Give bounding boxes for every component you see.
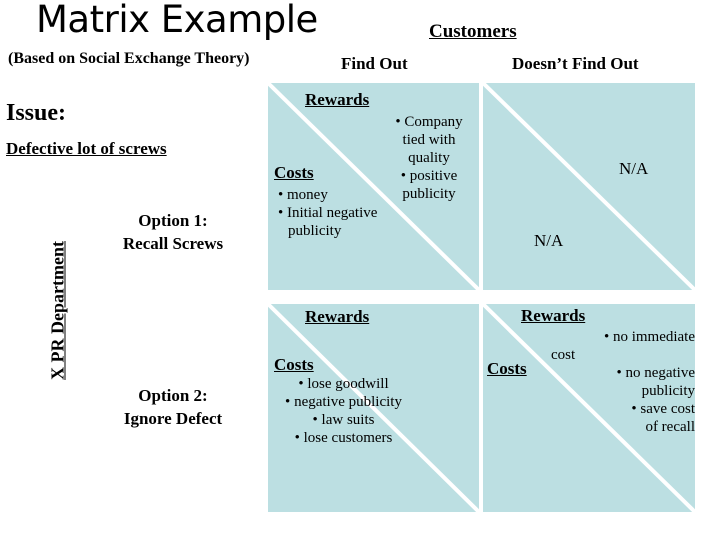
costs-label-r2c2: Costs [487, 359, 527, 378]
costs-label-r2c1: Costs [274, 355, 314, 374]
list-item-cont: quality [408, 150, 450, 166]
row-header-option-2-line2: Ignore Defect [123, 408, 223, 428]
costs-label-r1c1: Costs [274, 163, 314, 182]
column-group-label: Customers [429, 21, 517, 42]
page-title: Matrix Example [36, 0, 318, 41]
rewards-list-r1c1: Company tied with quality • positive pub… [374, 113, 484, 203]
list-item: negative publicity [276, 393, 411, 411]
list-item: Company [374, 113, 484, 131]
list-item: • no immediate [603, 329, 695, 345]
rewards-list-r2c2: • no immediate cost • no negative public… [545, 328, 695, 436]
list-item: law suits [276, 411, 411, 429]
costs-list-r1c1: money Initial negative publicity [278, 186, 378, 240]
column-header-doesnt-find-out: Doesn’t Find Out [512, 54, 639, 73]
row-header-option-1-line2: Recall Screws [122, 233, 224, 253]
rewards-label-r1c1: Rewards [305, 90, 370, 109]
costs-list-r2c1: lose goodwill negative publicity law sui… [276, 375, 411, 447]
list-item-cont: cost [551, 347, 576, 363]
na-costs-r1c2: N/A [534, 231, 564, 250]
row-header-option-2-line1: Option 2: [138, 386, 208, 405]
column-header-find-out: Find Out [341, 54, 408, 73]
row-group-label: X PR Department [47, 241, 68, 380]
list-item-cont: publicity [402, 186, 456, 202]
list-item: lose customers [276, 429, 411, 447]
list-item-cont: tied with [402, 132, 456, 148]
na-rewards-r1c2: N/A [619, 159, 649, 178]
list-item-cont: of recall [645, 419, 695, 435]
list-item: • save cost [631, 401, 695, 417]
diagonal-divider-icon [483, 83, 695, 290]
page-subtitle: (Based on Social Exchange Theory) [8, 50, 250, 67]
list-item-cont: publicity [641, 383, 695, 399]
rewards-label-r2c1: Rewards [305, 307, 370, 326]
issue-label: Issue: [6, 100, 67, 126]
list-item: lose goodwill [276, 375, 411, 393]
list-item: Initial negative publicity [278, 204, 378, 240]
issue-value: Defective lot of screws [6, 139, 167, 158]
list-item: money [278, 186, 378, 204]
row-header-option-1-line1: Option 1: [138, 211, 208, 230]
list-item: • positive [400, 168, 458, 184]
matrix-cell-option1-doesntfindout [483, 83, 695, 290]
rewards-label-r2c2: Rewards [521, 306, 586, 325]
row-header-option-1: Option 1: Recall Screws [83, 210, 263, 255]
list-item: • no negative [616, 365, 695, 381]
row-header-option-2: Option 2: Ignore Defect [83, 385, 263, 430]
